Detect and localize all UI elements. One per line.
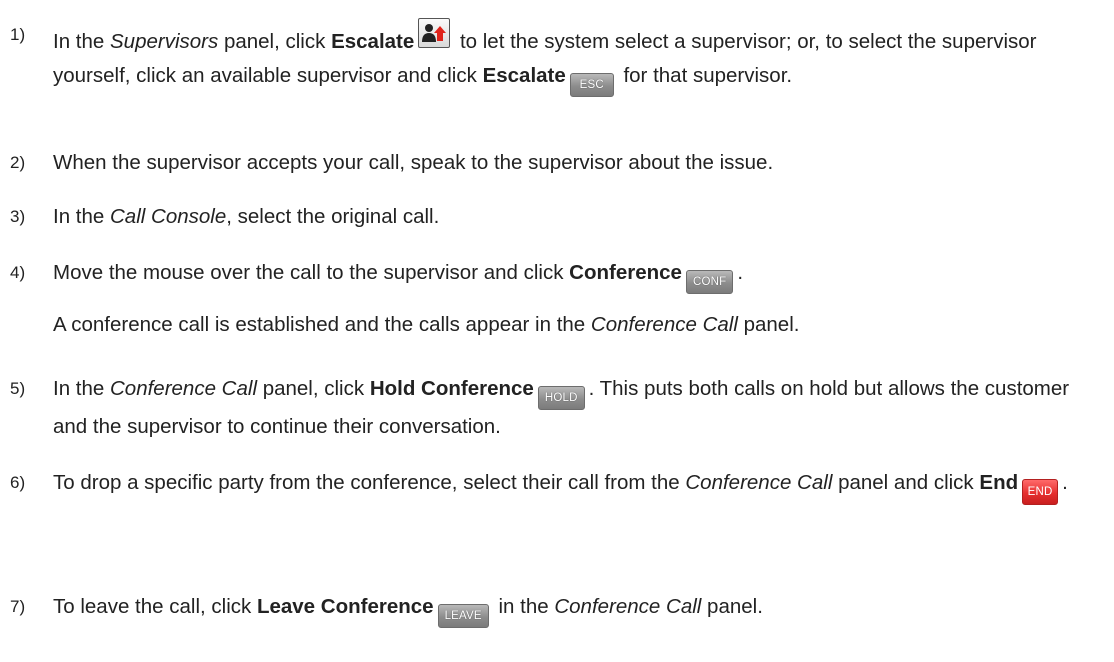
step-number: 1) (10, 25, 26, 44)
step-result-text: A conference call is established and the… (53, 313, 800, 336)
leave-conference-button[interactable]: LEAVE (437, 604, 489, 628)
step-number: 5) (10, 379, 26, 398)
step-text: To drop a specific party from the confer… (53, 466, 1108, 505)
step-text: When the supervisor accepts your call, s… (53, 151, 774, 174)
step-number: 7) (10, 597, 26, 616)
step-text: To leave the call, click Leave Conferenc… (53, 590, 1108, 628)
step-number: 3) (10, 207, 26, 226)
escalate-auto-button[interactable] (418, 18, 451, 48)
step-text: Move the mouse over the call to the supe… (53, 256, 1108, 294)
step-number: 6) (10, 473, 26, 492)
step-6: 6) To drop a specific party from the con… (10, 466, 1108, 505)
step-4: 4) Move the mouse over the call to the s… (10, 256, 1108, 294)
step-5: 5) In the Conference Call panel, click H… (10, 372, 1108, 444)
step-number: 2) (10, 153, 26, 172)
step-text: In the Call Console, select the original… (53, 205, 440, 228)
escalate-esc-button[interactable]: ESC (569, 73, 614, 97)
step-3: 3) In the Call Console, select the origi… (10, 200, 1108, 234)
step-text: In the Supervisors panel, click Escalate… (53, 18, 1108, 97)
step-number: 4) (10, 263, 26, 282)
conference-button[interactable]: CONF (685, 270, 734, 294)
step-1: 1) In the Supervisors panel, click Escal… (10, 18, 1108, 97)
step-2: 2) When the supervisor accepts your call… (10, 146, 1108, 180)
person-up-arrow-icon (422, 24, 447, 42)
step-text: In the Conference Call panel, click Hold… (53, 377, 1070, 438)
end-button[interactable]: END (1022, 479, 1059, 505)
hold-conference-button[interactable]: HOLD (537, 386, 585, 410)
step-4-result: A conference call is established and the… (10, 308, 1108, 342)
step-7: 7) To leave the call, click Leave Confer… (10, 590, 1108, 628)
